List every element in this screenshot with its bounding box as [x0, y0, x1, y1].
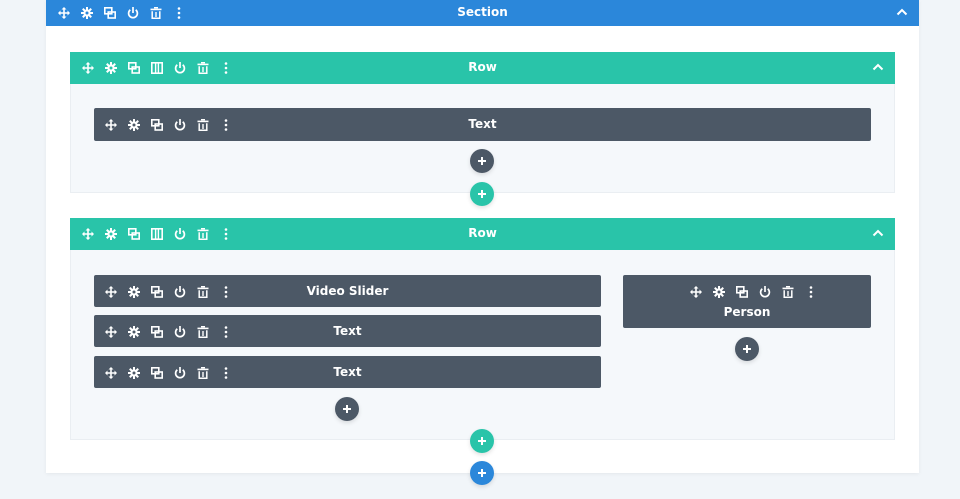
power-icon[interactable] [171, 364, 188, 381]
gear-icon[interactable] [125, 283, 142, 300]
chevron-up-icon[interactable] [893, 3, 911, 21]
power-icon[interactable] [171, 225, 188, 242]
trash-icon[interactable] [194, 225, 211, 242]
move-icon[interactable] [102, 323, 119, 340]
more-icon[interactable] [217, 364, 234, 381]
chevron-up-icon[interactable] [869, 224, 887, 242]
move-icon[interactable] [102, 116, 119, 133]
power-icon[interactable] [171, 283, 188, 300]
move-icon[interactable] [79, 59, 96, 76]
power-icon[interactable] [171, 59, 188, 76]
row-header[interactable]: Row [70, 52, 895, 84]
more-icon[interactable] [217, 323, 234, 340]
move-icon[interactable] [102, 364, 119, 381]
trash-icon[interactable] [194, 283, 211, 300]
columns-icon[interactable] [148, 59, 165, 76]
more-icon[interactable] [802, 283, 819, 300]
row-block: Row Text [70, 52, 895, 206]
add-module-button[interactable] [335, 397, 359, 421]
module-toolbar [102, 116, 240, 133]
power-icon[interactable] [124, 4, 141, 21]
add-section-button[interactable] [470, 461, 494, 485]
move-icon[interactable] [687, 283, 704, 300]
section-block: Section Row Text Row Video Slider Text T… [46, 0, 919, 485]
module-text[interactable]: Text [94, 356, 601, 388]
row-header[interactable]: Row [70, 218, 895, 250]
move-icon[interactable] [79, 225, 96, 242]
row-block: Row Video Slider Text Text Person [70, 218, 895, 453]
duplicate-icon[interactable] [125, 225, 142, 242]
more-icon[interactable] [217, 59, 234, 76]
power-icon[interactable] [171, 323, 188, 340]
columns-icon[interactable] [148, 225, 165, 242]
power-icon[interactable] [756, 283, 773, 300]
module-toolbar [687, 283, 825, 300]
module-toolbar [102, 283, 240, 300]
gear-icon[interactable] [102, 59, 119, 76]
duplicate-icon[interactable] [101, 4, 118, 21]
more-icon[interactable] [217, 225, 234, 242]
module-text[interactable]: Text [94, 315, 601, 347]
move-icon[interactable] [102, 283, 119, 300]
gear-icon[interactable] [125, 364, 142, 381]
add-row-button[interactable] [470, 182, 494, 206]
gear-icon[interactable] [125, 116, 142, 133]
gear-icon[interactable] [102, 225, 119, 242]
duplicate-icon[interactable] [148, 364, 165, 381]
move-icon[interactable] [55, 4, 72, 21]
trash-icon[interactable] [194, 116, 211, 133]
more-icon[interactable] [217, 116, 234, 133]
chevron-up-icon[interactable] [869, 58, 887, 76]
duplicate-icon[interactable] [148, 323, 165, 340]
gear-icon[interactable] [78, 4, 95, 21]
power-icon[interactable] [171, 116, 188, 133]
section-toolbar [55, 4, 193, 21]
duplicate-icon[interactable] [148, 283, 165, 300]
row-toolbar [79, 225, 240, 242]
module-toolbar [102, 323, 240, 340]
more-icon[interactable] [217, 283, 234, 300]
module-title: Person [723, 305, 771, 319]
row-toolbar [79, 59, 240, 76]
trash-icon[interactable] [779, 283, 796, 300]
trash-icon[interactable] [147, 4, 164, 21]
more-icon[interactable] [170, 4, 187, 21]
add-module-button[interactable] [735, 337, 759, 361]
module-text[interactable]: Text [94, 108, 871, 141]
trash-icon[interactable] [194, 59, 211, 76]
trash-icon[interactable] [194, 323, 211, 340]
duplicate-icon[interactable] [125, 59, 142, 76]
add-row-button[interactable] [470, 429, 494, 453]
module-person[interactable]: Person [623, 275, 871, 328]
add-module-button[interactable] [470, 149, 494, 173]
section-header[interactable]: Section [46, 0, 919, 26]
module-video-slider[interactable]: Video Slider [94, 275, 601, 307]
duplicate-icon[interactable] [733, 283, 750, 300]
gear-icon[interactable] [710, 283, 727, 300]
trash-icon[interactable] [194, 364, 211, 381]
duplicate-icon[interactable] [148, 116, 165, 133]
module-toolbar [102, 364, 240, 381]
gear-icon[interactable] [125, 323, 142, 340]
